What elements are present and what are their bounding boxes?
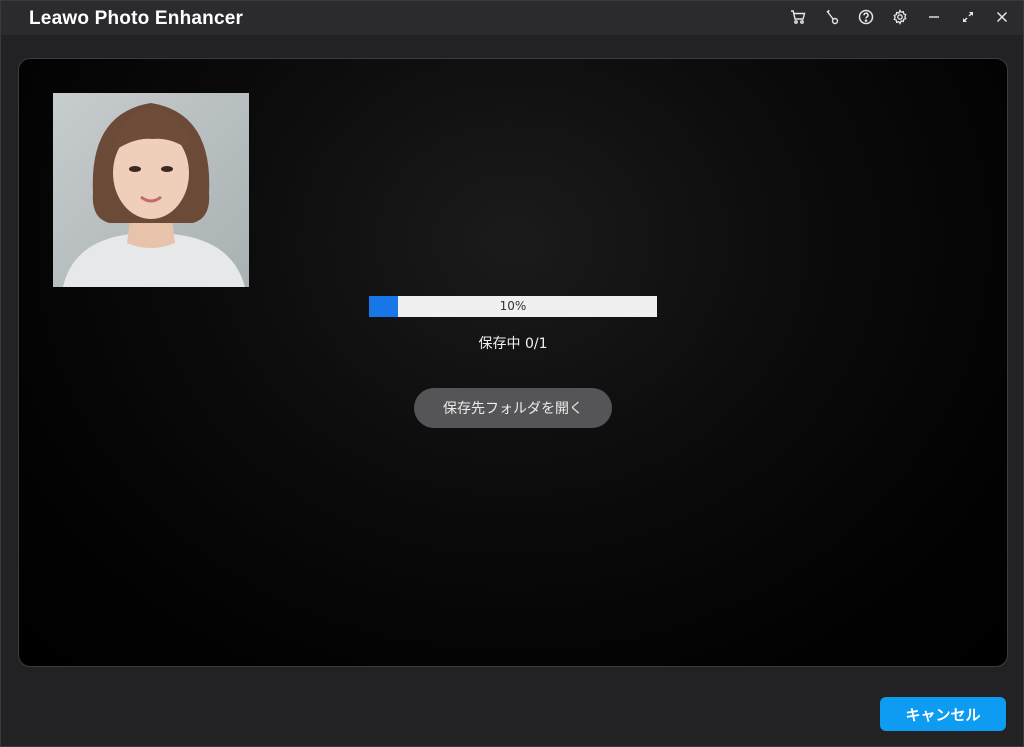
app-title: Leawo Photo Enhancer bbox=[29, 8, 244, 29]
open-folder-button[interactable]: 保存先フォルダを開く bbox=[414, 388, 612, 428]
progress-label: 10% bbox=[499, 299, 527, 313]
app-window: Leawo Photo Enhancer 10% 保存中 0/1 保存先フォルダ… bbox=[0, 0, 1024, 747]
help-icon[interactable] bbox=[855, 6, 877, 28]
restore-icon[interactable] bbox=[957, 6, 979, 28]
key-icon[interactable] bbox=[821, 6, 843, 28]
title-actions bbox=[787, 6, 1013, 30]
save-status: 保存中 0/1 bbox=[478, 336, 548, 352]
close-icon[interactable] bbox=[991, 6, 1013, 28]
cancel-button[interactable]: キャンセル bbox=[880, 697, 1006, 731]
preview-stage: 10% 保存中 0/1 保存先フォルダを開く bbox=[18, 58, 1008, 667]
cart-icon[interactable] bbox=[787, 6, 809, 28]
title-bar[interactable]: Leawo Photo Enhancer bbox=[1, 1, 1023, 35]
settings-icon[interactable] bbox=[889, 6, 911, 28]
photo-thumbnail bbox=[53, 93, 249, 287]
progress-bar: 10% bbox=[369, 296, 657, 317]
minimize-icon[interactable] bbox=[923, 6, 945, 28]
